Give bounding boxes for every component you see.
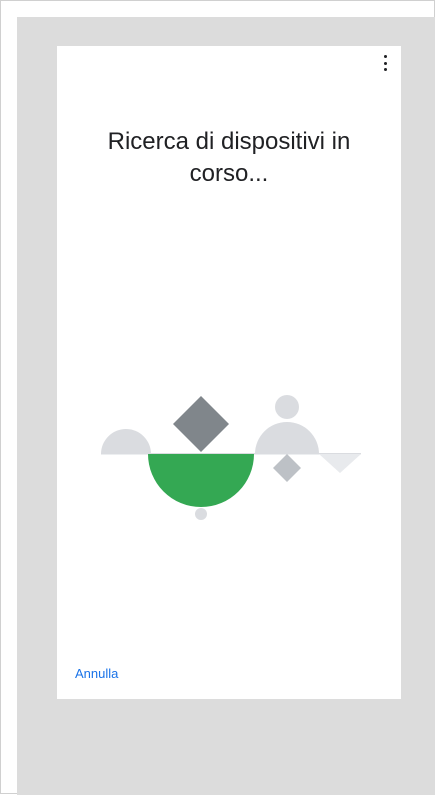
more-vert-icon[interactable] <box>379 54 391 72</box>
cancel-button[interactable]: Annulla <box>75 666 118 681</box>
small-dot-shape <box>195 508 207 520</box>
phone-screen: Ricerca di dispositivi in corso... Annul… <box>57 46 401 699</box>
window-frame: Ricerca di dispositivi in corso... Annul… <box>0 0 435 795</box>
person-head-shape <box>275 395 299 419</box>
device-search-illustration <box>101 395 361 520</box>
small-diamond-shape <box>273 454 301 482</box>
triangle-shape <box>319 454 361 473</box>
person-body-shape <box>255 422 319 454</box>
page-title: Ricerca di dispositivi in corso... <box>107 128 351 187</box>
dark-diamond-shape <box>173 396 229 452</box>
left-half-circle-shape <box>101 429 151 454</box>
green-half-circle-shape <box>148 454 254 507</box>
